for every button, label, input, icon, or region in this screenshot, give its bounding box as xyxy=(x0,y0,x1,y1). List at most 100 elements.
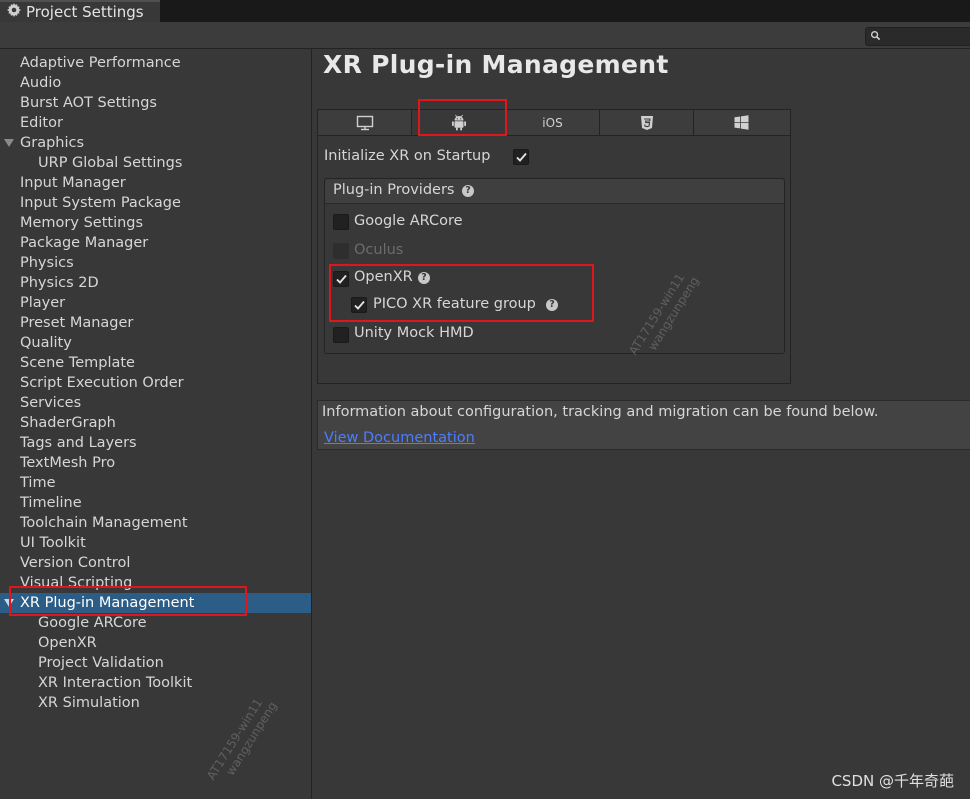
sidebar-item-label: Physics xyxy=(20,255,74,271)
gear-icon xyxy=(7,3,21,17)
sidebar-item-script-execution-order[interactable]: Script Execution Order xyxy=(0,373,311,393)
sidebar-item-label: Scene Template xyxy=(20,355,135,371)
sidebar-item-label: Package Manager xyxy=(20,235,149,251)
sidebar-item-editor[interactable]: Editor xyxy=(0,113,311,133)
info-text: Information about configuration, trackin… xyxy=(322,404,879,420)
initialize-xr-checkbox[interactable] xyxy=(513,149,529,165)
google-arcore-label: Google ARCore xyxy=(354,213,463,229)
sidebar-item-preset-manager[interactable]: Preset Manager xyxy=(0,313,311,333)
search-icon xyxy=(870,30,881,41)
tab-android[interactable] xyxy=(412,110,506,135)
help-icon[interactable]: ? xyxy=(462,185,474,197)
sidebar-item-burst-aot-settings[interactable]: Burst AOT Settings xyxy=(0,93,311,113)
openxr-label: OpenXR xyxy=(354,269,413,285)
checkmark-icon xyxy=(336,274,347,284)
oculus-label: Oculus xyxy=(354,242,404,258)
sidebar-item-xr-plug-in-management[interactable]: XR Plug-in Management xyxy=(0,593,311,613)
sidebar-item-label: Graphics xyxy=(20,135,85,151)
sidebar-item-input-manager[interactable]: Input Manager xyxy=(0,173,311,193)
sidebar-item-label: Toolchain Management xyxy=(20,515,188,531)
sidebar-item-label: Google ARCore xyxy=(38,615,147,631)
tab-windows[interactable] xyxy=(694,110,788,135)
sidebar-item-label: XR Plug-in Management xyxy=(20,595,195,611)
plugin-providers-title: Plug-in Providers xyxy=(333,182,455,198)
sidebar-item-label: Quality xyxy=(20,335,72,351)
sidebar-item-version-control[interactable]: Version Control xyxy=(0,553,311,573)
pico-xr-checkbox[interactable] xyxy=(351,297,367,313)
unity-mock-hmd-label: Unity Mock HMD xyxy=(354,325,474,341)
unity-mock-hmd-checkbox[interactable] xyxy=(333,327,349,343)
sidebar-item-label: Time xyxy=(20,475,56,491)
sidebar-item-label: Project Validation xyxy=(38,655,164,671)
tab-ios[interactable]: iOS xyxy=(506,110,600,135)
sidebar-item-openxr[interactable]: OpenXR xyxy=(0,633,311,653)
sidebar-item-visual-scripting[interactable]: Visual Scripting xyxy=(0,573,311,593)
sidebar-item-input-system-package[interactable]: Input System Package xyxy=(0,193,311,213)
sidebar-item-google-arcore[interactable]: Google ARCore xyxy=(0,613,311,633)
sidebar-item-label: Timeline xyxy=(20,495,82,511)
sidebar-item-label: Memory Settings xyxy=(20,215,144,231)
sidebar-item-player[interactable]: Player xyxy=(0,293,311,313)
sidebar-item-audio[interactable]: Audio xyxy=(0,73,311,93)
tab-standalone[interactable] xyxy=(318,110,412,135)
sidebar-item-scene-template[interactable]: Scene Template xyxy=(0,353,311,373)
help-icon[interactable]: ? xyxy=(546,299,558,311)
android-icon xyxy=(451,114,466,131)
sidebar-item-label: XR Interaction Toolkit xyxy=(38,675,193,691)
foldout-arrow-icon[interactable] xyxy=(4,139,14,147)
sidebar-item-package-manager[interactable]: Package Manager xyxy=(0,233,311,253)
openxr-checkbox[interactable] xyxy=(333,271,349,287)
windows-icon xyxy=(734,115,748,130)
sidebar-item-urp-global-settings[interactable]: URP Global Settings xyxy=(0,153,311,173)
sidebar-item-label: ShaderGraph xyxy=(20,415,116,431)
sidebar-item-label: Adaptive Performance xyxy=(20,55,181,71)
credit-watermark: CSDN @千年奇葩 xyxy=(831,772,954,790)
sidebar-item-label: Player xyxy=(20,295,66,311)
tab-webgl[interactable] xyxy=(600,110,694,135)
sidebar-item-label: Editor xyxy=(20,115,63,131)
tab-ios-label: iOS xyxy=(542,115,563,130)
pico-xr-label: PICO XR feature group xyxy=(373,296,536,312)
sidebar-item-xr-interaction-toolkit[interactable]: XR Interaction Toolkit xyxy=(0,673,311,693)
foldout-arrow-icon[interactable] xyxy=(4,599,14,607)
page-title: XR Plug-in Management xyxy=(323,50,669,79)
sidebar-item-tags-and-layers[interactable]: Tags and Layers xyxy=(0,433,311,453)
sidebar-item-label: Preset Manager xyxy=(20,315,134,331)
sidebar-item-toolchain-management[interactable]: Toolchain Management xyxy=(0,513,311,533)
checkmark-icon xyxy=(516,152,527,162)
monitor-icon xyxy=(356,115,373,130)
sidebar-item-timeline[interactable]: Timeline xyxy=(0,493,311,513)
sidebar-item-services[interactable]: Services xyxy=(0,393,311,413)
sidebar-item-ui-toolkit[interactable]: UI Toolkit xyxy=(0,533,311,553)
sidebar-item-physics[interactable]: Physics xyxy=(0,253,311,273)
sidebar-item-label: OpenXR xyxy=(38,635,97,651)
sidebar-item-quality[interactable]: Quality xyxy=(0,333,311,353)
sidebar-item-label: Burst AOT Settings xyxy=(20,95,157,111)
sidebar-item-label: UI Toolkit xyxy=(20,535,86,551)
oculus-checkbox[interactable] xyxy=(333,243,349,259)
help-icon[interactable]: ? xyxy=(418,272,430,284)
sidebar-item-project-validation[interactable]: Project Validation xyxy=(0,653,311,673)
html5-icon xyxy=(640,115,653,130)
sidebar-item-adaptive-performance[interactable]: Adaptive Performance xyxy=(0,53,311,73)
sidebar-item-label: Version Control xyxy=(20,555,131,571)
sidebar-item-textmesh-pro[interactable]: TextMesh Pro xyxy=(0,453,311,473)
sidebar-item-label: Input System Package xyxy=(20,195,181,211)
initialize-xr-label: Initialize XR on Startup xyxy=(324,148,491,164)
checkmark-icon xyxy=(354,300,365,310)
sidebar-item-physics-2d[interactable]: Physics 2D xyxy=(0,273,311,293)
sidebar-item-time[interactable]: Time xyxy=(0,473,311,493)
sidebar-item-label: Tags and Layers xyxy=(20,435,137,451)
window-tab-title: Project Settings xyxy=(26,3,144,21)
sidebar-item-label: Physics 2D xyxy=(20,275,99,291)
sidebar-item-label: Input Manager xyxy=(20,175,126,191)
sidebar-item-label: Script Execution Order xyxy=(20,375,184,391)
sidebar-item-memory-settings[interactable]: Memory Settings xyxy=(0,213,311,233)
sidebar-item-label: URP Global Settings xyxy=(38,155,183,171)
sidebar-item-label: Visual Scripting xyxy=(20,575,133,591)
sidebar-item-label: Services xyxy=(20,395,82,411)
view-documentation-link[interactable]: View Documentation xyxy=(324,430,475,446)
sidebar-item-shadergraph[interactable]: ShaderGraph xyxy=(0,413,311,433)
sidebar-item-graphics[interactable]: Graphics xyxy=(0,133,311,153)
google-arcore-checkbox[interactable] xyxy=(333,214,349,230)
